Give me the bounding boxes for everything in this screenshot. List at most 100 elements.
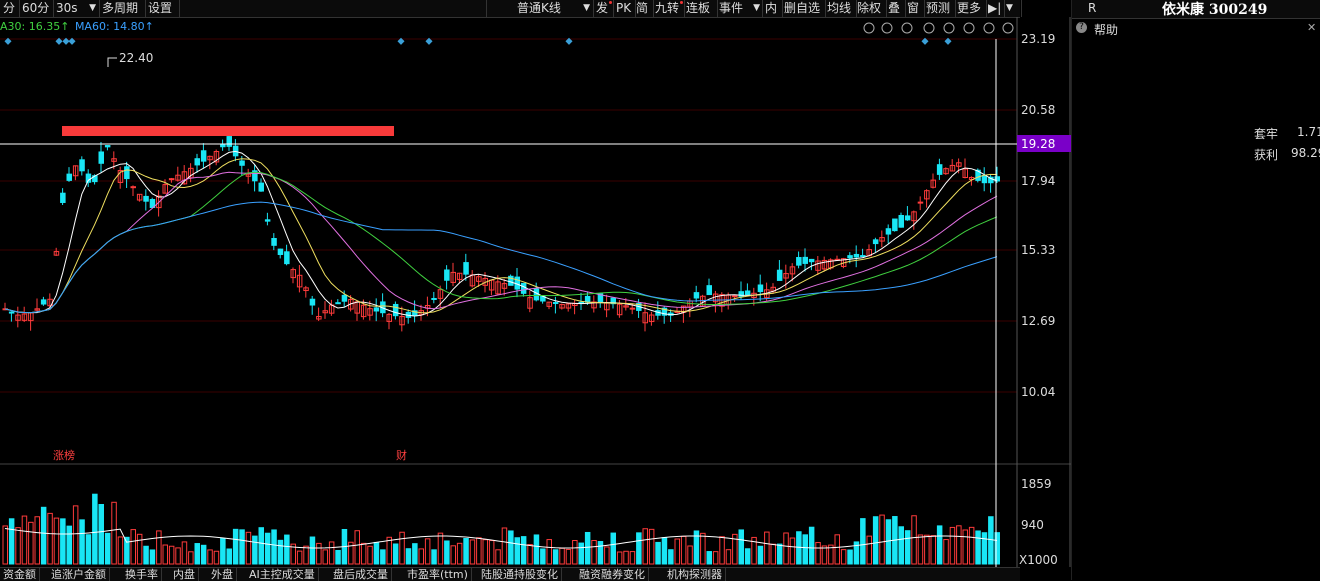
volume-bar [911, 515, 917, 565]
volume-axis-1859: 1859 [1021, 477, 1052, 491]
candle-body [143, 195, 149, 202]
volume-bar [642, 528, 648, 565]
volume-bar [636, 532, 642, 565]
volume-bar [808, 526, 815, 565]
tab-margin[interactable]: 融资融券变化 [576, 568, 649, 581]
volume-bar [501, 527, 508, 565]
volume-bar [117, 536, 124, 565]
candle-body [853, 253, 860, 258]
kline-type-dropdown[interactable]: 普通K线 ▼ [486, 0, 594, 17]
tab-outer[interactable]: 外盘 [208, 568, 237, 581]
volume-bar [552, 549, 559, 565]
tab-capital[interactable]: 资金额 [0, 568, 40, 581]
volume-bar [463, 537, 469, 565]
candle-body [444, 269, 450, 281]
volume-bar [386, 536, 392, 565]
period-60min-button[interactable]: 60分 [19, 0, 54, 17]
period-minute-button[interactable]: 分 [0, 0, 20, 17]
publish-button[interactable]: 发 [593, 0, 614, 17]
volume-bar [802, 534, 808, 565]
tab-turnover[interactable]: 换手率 [122, 568, 162, 581]
volume-bar [968, 526, 975, 565]
axis-label-10-04: 10.04 [1021, 385, 1055, 399]
tab-pe[interactable]: 市盈率(ttm) [404, 568, 472, 581]
volume-bar [776, 543, 783, 565]
stock-info-panel: R 依米康 300249 ? 帮助 ✕ 套牢 1.71 获利 98.29 [1071, 0, 1320, 580]
volume-bar [111, 501, 117, 565]
volume-bar [904, 530, 911, 565]
candle-body [808, 258, 815, 263]
ma-line-button[interactable]: 均线 [824, 0, 857, 17]
forecast-button[interactable]: 预测 [923, 0, 956, 17]
volume-bar [66, 525, 72, 565]
overlay-button[interactable]: 叠 [885, 0, 906, 17]
candle-body [8, 311, 15, 314]
tab-inner[interactable]: 内盘 [170, 568, 199, 581]
settings-button[interactable]: 设置 [145, 0, 180, 17]
volume-bar [975, 530, 981, 565]
volume-bar [508, 530, 514, 565]
highlight-bar [62, 126, 394, 136]
ex-rights-button[interactable]: 除权 [854, 0, 887, 17]
window-button[interactable]: 窗 [904, 0, 925, 17]
candle-body [194, 158, 200, 166]
volume-bar [764, 531, 770, 565]
volume-bar [872, 516, 879, 565]
tab-after-hours[interactable]: 盘后成交量 [330, 568, 392, 581]
simple-button[interactable]: 简 [633, 0, 654, 17]
more-button[interactable]: 更多 [954, 0, 987, 17]
volume-bar [540, 548, 546, 565]
candle-body [98, 151, 104, 164]
candle-body [335, 302, 341, 305]
period-30s-dropdown[interactable]: 30s ▼ [53, 0, 100, 17]
question-icon[interactable]: ? [1076, 22, 1087, 33]
volume-bar [277, 539, 284, 565]
candle-body [552, 302, 559, 305]
volume-bar [220, 538, 226, 565]
volume-bar [860, 518, 866, 565]
volume-bar [392, 543, 399, 565]
ma10-line [4, 158, 998, 314]
tab-chase-capital[interactable]: 追涨户金额 [48, 568, 110, 581]
volume-bar [584, 531, 591, 565]
tab-institution[interactable]: 机构探测器 [664, 568, 726, 581]
chevron-down-icon[interactable]: ▼ [1003, 0, 1022, 17]
current-price-label: 19.28 [1021, 137, 1055, 151]
candle-body [130, 186, 136, 189]
volume-bar [239, 529, 245, 565]
volume-bar [264, 532, 271, 565]
collapse-panel-icon[interactable]: ▶| [985, 0, 1005, 17]
volume-bar [431, 549, 437, 565]
close-icon[interactable]: ✕ [1307, 21, 1316, 34]
tab-hk-connect[interactable]: 陆股通持股变化 [478, 568, 562, 581]
volume-axis-940: 940 [1021, 518, 1044, 532]
help-link[interactable]: 帮助 [1094, 21, 1118, 38]
volume-bar [188, 551, 194, 565]
candle-body [258, 182, 264, 192]
limit-board-button[interactable]: 连板 [683, 0, 718, 17]
peak-price-label: 22.40 [119, 51, 153, 65]
volume-bar [245, 531, 252, 565]
multi-period-button[interactable]: 多周期 [99, 0, 146, 17]
zoom-in-icon [983, 22, 995, 34]
volume-bar [725, 549, 732, 565]
nine-turn-button[interactable]: 九转 [652, 0, 685, 17]
candle-body [79, 159, 85, 172]
inner-button[interactable]: 内 [762, 0, 783, 17]
volume-bar [450, 545, 456, 565]
volume-bar [559, 547, 565, 565]
target-icon [863, 22, 875, 34]
volume-bar [610, 532, 616, 565]
events-dropdown[interactable]: 事件 ▼ [716, 0, 763, 17]
volume-bar [706, 551, 712, 565]
tab-ai-volume[interactable]: AI主控成交量 [246, 568, 319, 581]
profit-label: 获利 [1254, 148, 1279, 162]
screenshot-icon [963, 22, 975, 34]
volume-bar [488, 540, 495, 565]
kline-type-label: 普通K线 [517, 1, 561, 15]
remove-watchlist-button[interactable]: 删自选 [781, 0, 826, 17]
kline-chart[interactable]: 23.19 20.58 17.94 15.33 12.69 10.04 19.2… [0, 17, 1071, 567]
volume-bar [648, 528, 655, 565]
volume-bar [879, 514, 885, 565]
profit-value: 98.29 [1291, 146, 1320, 160]
